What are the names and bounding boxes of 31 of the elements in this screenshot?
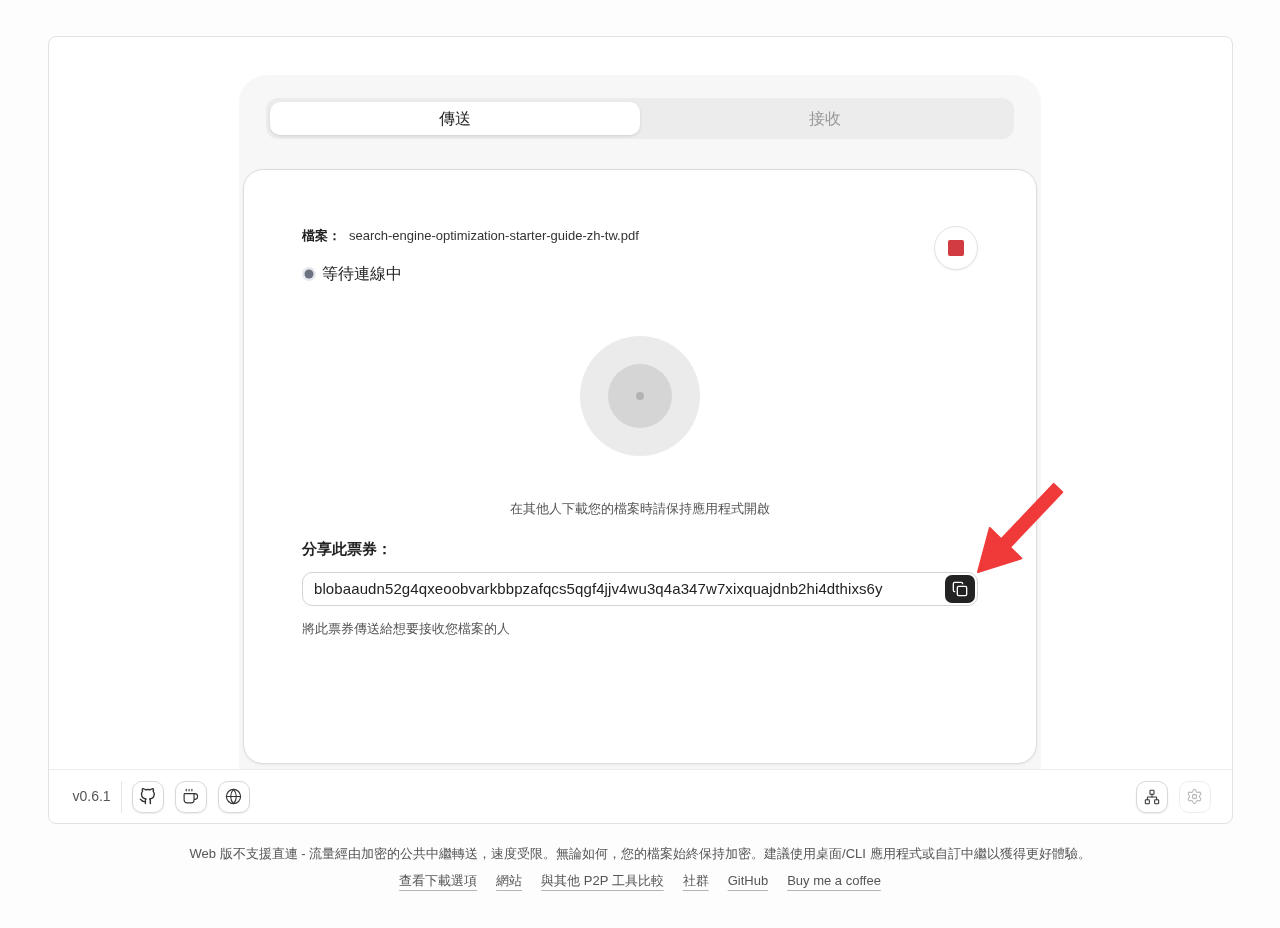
status-dot-icon (302, 267, 316, 281)
file-label: 檔案： (302, 227, 341, 246)
footer-link[interactable]: Buy me a coffee (787, 872, 881, 890)
footer-link[interactable]: 查看下載選項 (399, 872, 478, 890)
file-name: search-engine-optimization-starter-guide-zh-tw.pdf (349, 227, 639, 246)
footer-notice: Web 版不支援直連 - 流量經由加密的公共中繼轉送，速度受限。無論如何，您的檔案始終保持加密。建議使用桌面/CLI 應用程式或自訂中繼以獲得更好體驗。 (189, 845, 1091, 863)
copy-icon (952, 581, 968, 597)
coffee-button[interactable] (174, 780, 207, 813)
github-button[interactable] (131, 780, 164, 813)
network-button[interactable] (1135, 780, 1168, 813)
github-icon (139, 788, 157, 805)
language-button[interactable] (217, 780, 250, 813)
stop-button[interactable] (934, 226, 978, 270)
tab[interactable]: 傳送 (270, 102, 640, 135)
hint-text: 在其他人下載您的檔案時請保持應用程式開啟 (510, 500, 770, 518)
version-text: v0.6.1 (72, 787, 111, 806)
ticket-help-text: 將此票券傳送給想要接收您檔案的人 (302, 620, 510, 638)
globe-icon (225, 788, 243, 805)
ticket-label: 分享此票券： (302, 539, 392, 559)
network-icon (1143, 788, 1160, 805)
waiting-ring-icon (580, 336, 700, 456)
ticket-field[interactable]: blobaaudn52g4qxeoobvarkbbpzafqcs5qgf4jjv4wu3q4a347w7xixquajdnb2hi4dthixs6y (302, 572, 978, 606)
settings-icon (1186, 788, 1203, 805)
footer-link[interactable]: 網站 (496, 872, 523, 890)
footer-link[interactable]: GitHub (727, 872, 769, 890)
coffee-icon (182, 788, 200, 805)
footer-link[interactable]: 社群 (682, 872, 709, 890)
status-text: 等待連線中 (322, 264, 402, 284)
copy-button[interactable] (945, 575, 975, 603)
stop-icon (948, 240, 964, 256)
footer-link[interactable]: 與其他 P2P 工具比較 (541, 872, 664, 890)
